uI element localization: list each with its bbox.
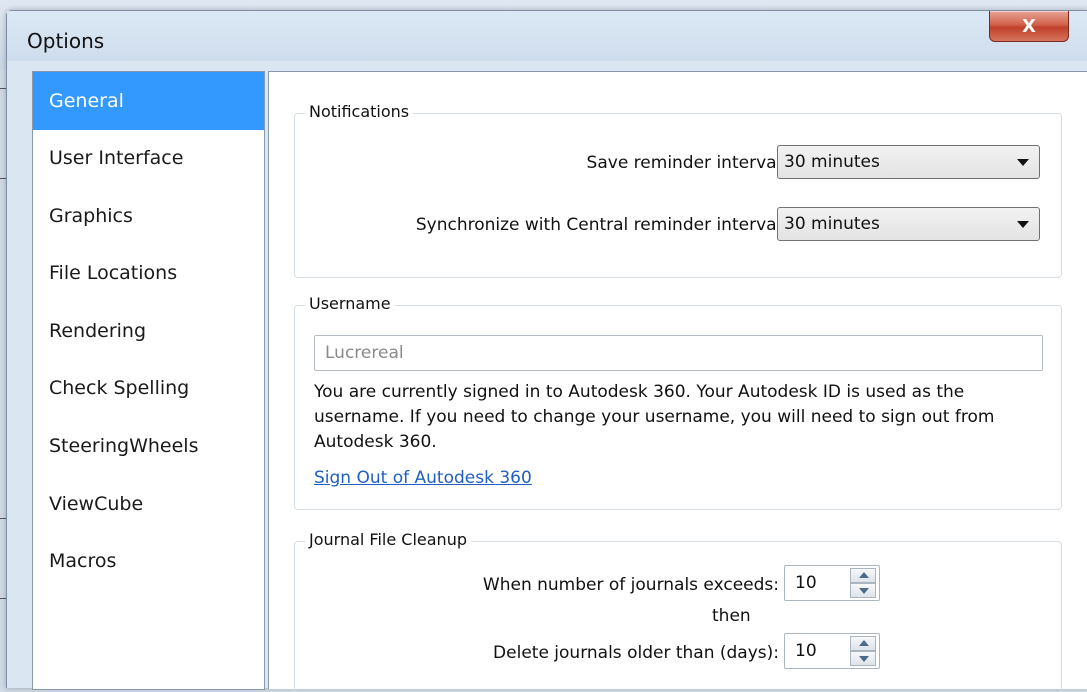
sync-reminder-select[interactable]: 30 minutes xyxy=(777,207,1040,241)
title-bar: Options X xyxy=(7,11,1087,61)
notifications-group: Notifications Save reminder interval: 30… xyxy=(294,102,1062,278)
arrow-down-icon xyxy=(859,588,869,594)
increment-button[interactable] xyxy=(850,568,876,583)
sidebar-item-steeringwheels[interactable]: SteeringWheels xyxy=(33,418,264,476)
delete-journals-value: 10 xyxy=(795,641,817,661)
then-label: then xyxy=(712,606,751,626)
notifications-group-label: Notifications xyxy=(305,102,414,121)
delete-journals-stepper[interactable]: 10 xyxy=(784,633,880,669)
username-description: You are currently signed in to Autodesk … xyxy=(314,382,995,452)
sidebar-item-rendering[interactable]: Rendering xyxy=(33,303,264,361)
sidebar-item-file-locations[interactable]: File Locations xyxy=(33,245,264,303)
journal-group-label: Journal File Cleanup xyxy=(305,530,471,549)
chevron-down-icon xyxy=(1017,159,1029,166)
decrement-button[interactable] xyxy=(850,651,876,666)
sidebar-item-macros[interactable]: Macros xyxy=(33,533,264,591)
sidebar-item-general[interactable]: General xyxy=(33,72,264,130)
journals-exceeds-value: 10 xyxy=(795,573,817,593)
save-reminder-label: Save reminder interval: xyxy=(586,153,787,173)
settings-pane: Notifications Save reminder interval: 30… xyxy=(268,71,1087,692)
delete-journals-label: Delete journals older than (days): xyxy=(493,643,779,663)
dialog-title: Options xyxy=(27,29,105,53)
sidebar-item-viewcube[interactable]: ViewCube xyxy=(33,476,264,534)
sync-reminder-value: 30 minutes xyxy=(784,214,880,234)
save-reminder-select[interactable]: 30 minutes xyxy=(777,145,1040,179)
chevron-down-icon xyxy=(1017,221,1029,228)
journals-exceeds-spin-buttons xyxy=(850,568,876,598)
journals-exceeds-stepper[interactable]: 10 xyxy=(784,565,880,601)
close-icon: X xyxy=(1022,15,1036,37)
sign-out-link[interactable]: Sign Out of Autodesk 360 xyxy=(314,468,532,488)
journals-exceeds-label: When number of journals exceeds: xyxy=(482,575,779,595)
delete-journals-spin-buttons xyxy=(850,636,876,666)
sidebar-item-user-interface[interactable]: User Interface xyxy=(33,130,264,188)
username-group: Username Lucrereal You are currently sig… xyxy=(294,294,1062,510)
arrow-down-icon xyxy=(859,656,869,662)
username-group-label: Username xyxy=(305,294,395,313)
close-button[interactable]: X xyxy=(989,11,1069,42)
sidebar-item-graphics[interactable]: Graphics xyxy=(33,188,264,246)
options-dialog: Options X General User Interface Graphic… xyxy=(6,10,1087,692)
journal-cleanup-group: Journal File Cleanup When number of jour… xyxy=(294,530,1062,692)
increment-button[interactable] xyxy=(850,636,876,651)
save-reminder-value: 30 minutes xyxy=(784,152,880,172)
sidebar-item-check-spelling[interactable]: Check Spelling xyxy=(33,360,264,418)
arrow-up-icon xyxy=(859,640,869,646)
username-field[interactable]: Lucrereal xyxy=(314,335,1043,371)
sync-reminder-label: Synchronize with Central reminder interv… xyxy=(415,215,787,235)
arrow-up-icon xyxy=(859,572,869,578)
decrement-button[interactable] xyxy=(850,583,876,598)
category-list: General User Interface Graphics File Loc… xyxy=(32,71,265,690)
